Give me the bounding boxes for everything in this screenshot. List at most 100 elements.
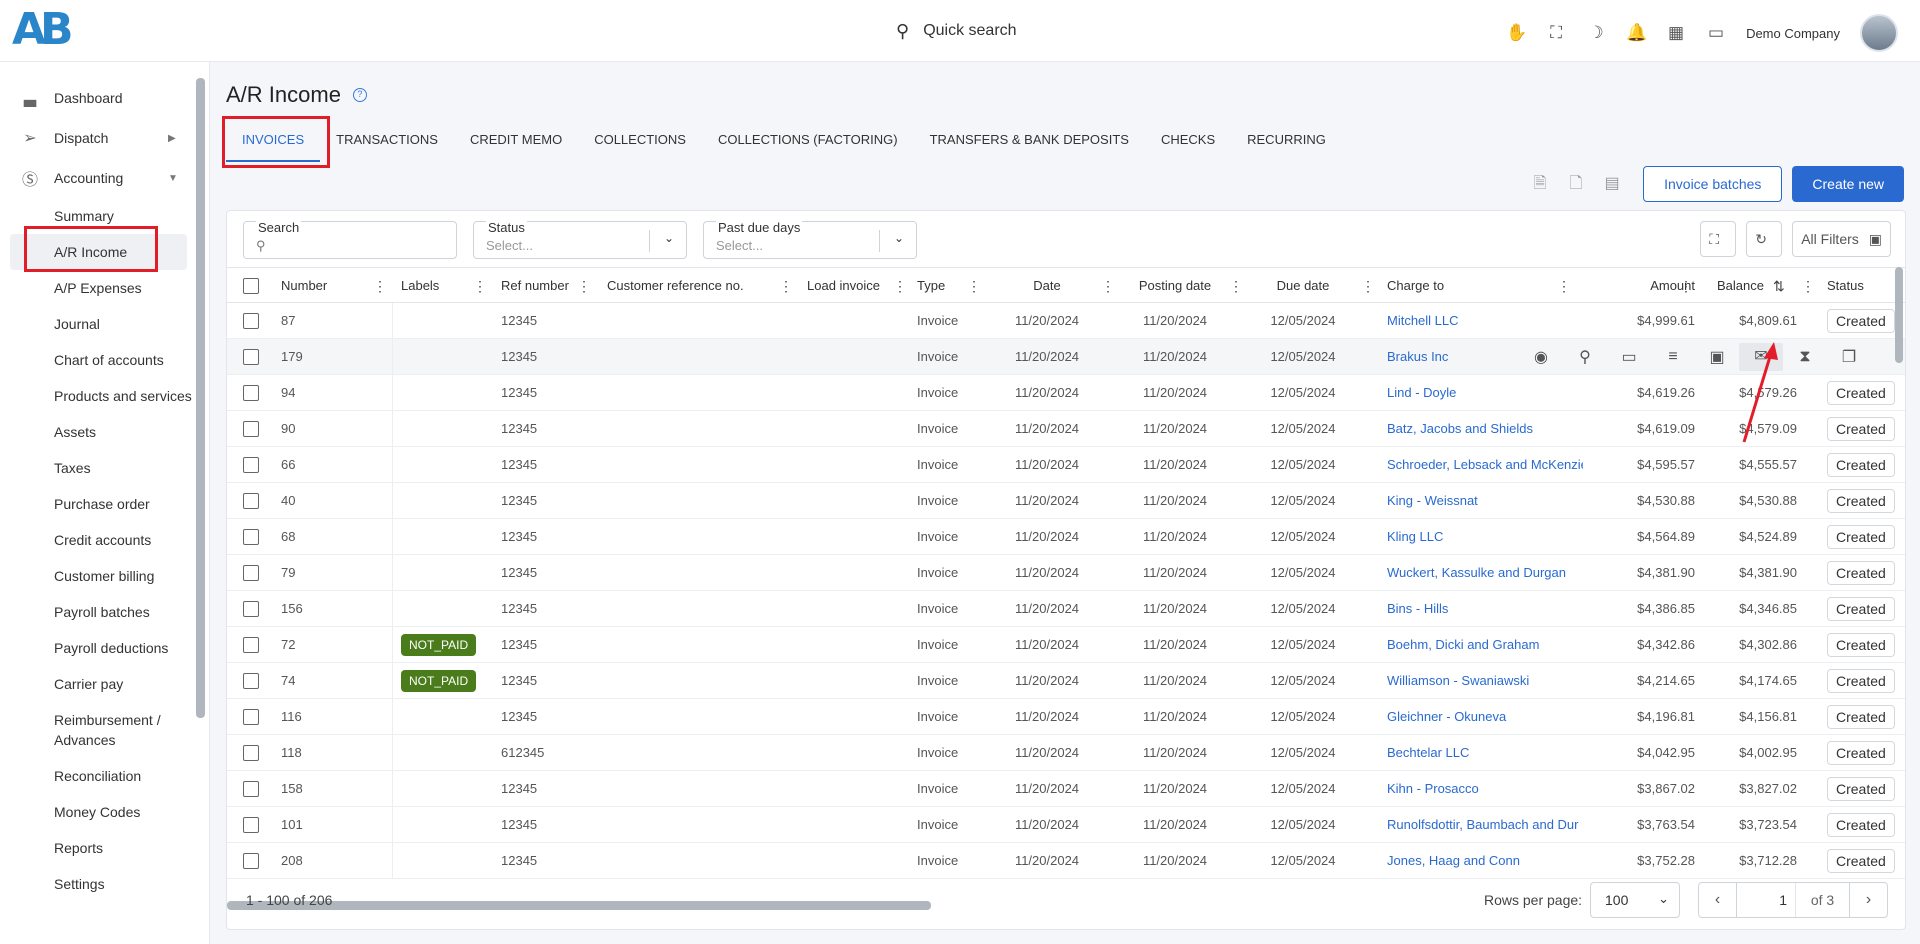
sidebar-sub-reports[interactable]: Reports (0, 830, 209, 866)
sidebar-sub-payroll-batches[interactable]: Payroll batches (0, 594, 209, 630)
table-row[interactable]: 101 12345 Invoice 11/20/2024 11/20/2024 12/05… (227, 807, 1905, 843)
cell-charge-link[interactable]: Wuckert, Kassulke and Durgan (1387, 555, 1583, 591)
all-filters-button[interactable]: All Filters ▣ (1792, 221, 1891, 257)
search-icon[interactable]: ⚲ (1563, 347, 1607, 367)
cell-charge-link[interactable]: Gleichner - Okuneva (1387, 699, 1583, 735)
card-icon[interactable]: ▭ (1607, 347, 1651, 367)
cell-charge-link[interactable]: Kling LLC (1387, 519, 1583, 555)
cell-charge-link[interactable]: Batz, Jacobs and Shields (1387, 411, 1583, 447)
row-checkbox[interactable] (243, 601, 259, 617)
row-checkbox[interactable] (243, 385, 259, 401)
row-checkbox[interactable] (243, 349, 259, 365)
col-labels[interactable]: Labels (401, 268, 439, 304)
sidebar-sub-chart-of-accounts[interactable]: Chart of accounts (0, 342, 209, 378)
sidebar-sub-customer-billing[interactable]: Customer billing (0, 558, 209, 594)
col-charge[interactable]: Charge to (1387, 268, 1444, 304)
vertical-scrollbar[interactable] (1895, 267, 1903, 363)
table-row[interactable]: 118 612345 Invoice 11/20/2024 11/20/2024 12/0… (227, 735, 1905, 771)
kebab-icon[interactable]: ⋮ (373, 268, 387, 304)
kebab-icon[interactable]: ⋮ (1229, 268, 1243, 304)
avatar[interactable] (1860, 14, 1898, 52)
table-row[interactable]: 66 12345 Invoice 11/20/2024 11/20/2024 12/05/… (227, 447, 1905, 483)
cell-charge-link[interactable]: Boehm, Dicki and Graham (1387, 627, 1583, 663)
table-row[interactable]: 156 12345 Invoice 11/20/2024 11/20/2024 12/05… (227, 591, 1905, 627)
status-select[interactable]: Status Select... ⌄ (473, 220, 687, 259)
table-row[interactable]: 40 12345 Invoice 11/20/2024 11/20/2024 12/05/… (227, 483, 1905, 519)
moon-icon[interactable]: ☽ (1586, 23, 1606, 43)
eye-icon[interactable]: ◉ (1519, 347, 1563, 367)
sidebar-sub-money-codes[interactable]: Money Codes (0, 794, 209, 830)
row-checkbox[interactable] (243, 565, 259, 581)
kebab-icon[interactable]: ⋮ (1361, 268, 1375, 304)
col-posting[interactable]: Posting date (1125, 268, 1225, 304)
sidebar-sub-reimbursement[interactable]: Reimbursement / Advances (0, 702, 209, 758)
sliders-icon[interactable]: ≡ (1651, 348, 1695, 366)
company-name[interactable]: Demo Company (1746, 26, 1840, 41)
cell-charge-link[interactable]: Bechtelar LLC (1387, 735, 1583, 771)
past-due-select[interactable]: Past due days Select... ⌄ (703, 220, 917, 259)
cell-charge-link[interactable]: Bins - Hills (1387, 591, 1583, 627)
cell-charge-link[interactable]: Runolfsdottir, Baumbach and Dur (1387, 807, 1583, 843)
table-row[interactable]: 74 NOT_PAID 12345 Invoice 11/20/2024 11/20/20… (227, 663, 1905, 699)
cell-charge-link[interactable]: King - Weissnat (1387, 483, 1583, 519)
sidebar-item-dispatch[interactable]: ➢ Dispatch ▶ (0, 118, 209, 158)
table-row[interactable]: 79 12345 Invoice 11/20/2024 11/20/2024 12/05/… (227, 555, 1905, 591)
sidebar-sub-products[interactable]: Products and services (0, 378, 209, 414)
table-row[interactable]: 90 12345 Invoice 11/20/2024 11/20/2024 12/05/… (227, 411, 1905, 447)
search-input[interactable]: Search ⚲ (243, 220, 457, 259)
page-input[interactable]: 1 (1737, 883, 1795, 917)
table-row[interactable]: 68 12345 Invoice 11/20/2024 11/20/2024 12/05/… (227, 519, 1905, 555)
create-new-button[interactable]: Create new (1792, 166, 1904, 202)
row-checkbox[interactable] (243, 745, 259, 761)
sort-icon[interactable]: ⇅ (1773, 268, 1785, 304)
sidebar-sub-settings[interactable]: Settings (0, 866, 209, 902)
col-custref[interactable]: Customer reference no. (607, 268, 744, 304)
sidebar-item-accounting[interactable]: Ⓢ Accounting ▼ (0, 158, 209, 198)
apps-grid-icon[interactable]: ▦ (1666, 23, 1686, 43)
col-type[interactable]: Type (917, 268, 945, 304)
expand-icon[interactable]: ⛶ (1700, 221, 1737, 257)
row-checkbox[interactable] (243, 493, 259, 509)
row-checkbox[interactable] (243, 529, 259, 545)
row-checkbox[interactable] (243, 709, 259, 725)
payment-icon[interactable]: ▣ (1695, 347, 1739, 367)
help-icon[interactable]: ? (352, 88, 367, 102)
tab-transactions[interactable]: TRANSACTIONS (320, 118, 454, 162)
sidebar-sub-payroll-deductions[interactable]: Payroll deductions (0, 630, 209, 666)
sidebar-sub-carrier-pay[interactable]: Carrier pay (0, 666, 209, 702)
kebab-icon[interactable]: ⋮ (1801, 268, 1815, 304)
sidebar-item-dashboard[interactable]: ▃ Dashboard (0, 78, 209, 118)
row-checkbox[interactable] (243, 637, 259, 653)
sidebar-sub-reconciliation[interactable]: Reconciliation (0, 758, 209, 794)
select-all-checkbox[interactable] (243, 278, 259, 294)
app-logo[interactable]: AB (12, 8, 82, 52)
col-load[interactable]: Load invoice (807, 268, 880, 304)
row-checkbox[interactable] (243, 313, 259, 329)
sidebar-sub-journal[interactable]: Journal (0, 306, 209, 342)
next-page-icon[interactable]: › (1849, 883, 1887, 917)
col-due[interactable]: Due date (1253, 268, 1353, 304)
table-row[interactable]: 116 12345 Invoice 11/20/2024 11/20/2024 12/05… (227, 699, 1905, 735)
fullscreen-icon[interactable]: ⛶ (1546, 23, 1566, 43)
kebab-icon[interactable]: ⋮ (577, 268, 591, 304)
table-row[interactable]: 72 NOT_PAID 12345 Invoice 11/20/2024 11/20/20… (227, 627, 1905, 663)
table-row[interactable]: 87 12345 Invoice 11/20/2024 11/20/2024 12/05/… (227, 303, 1905, 339)
kebab-icon[interactable]: ⋮ (967, 268, 981, 304)
kebab-icon[interactable]: ⋮ (779, 268, 793, 304)
row-checkbox[interactable] (243, 421, 259, 437)
row-checkbox[interactable] (243, 673, 259, 689)
tab-collections[interactable]: COLLECTIONS (578, 118, 702, 162)
col-balance[interactable]: Balance (1717, 268, 1764, 304)
col-status[interactable]: Status (1827, 268, 1864, 304)
cell-charge-link[interactable]: Mitchell LLC (1387, 303, 1583, 339)
cell-charge-link[interactable]: Schroeder, Lebsack and McKenzie (1387, 447, 1583, 483)
table-row[interactable]: 158 12345 Invoice 11/20/2024 11/20/2024 12/05… (227, 771, 1905, 807)
prev-page-icon[interactable]: ‹ (1699, 883, 1737, 917)
sidebar-sub-taxes[interactable]: Taxes (0, 450, 209, 486)
tab-transfers[interactable]: TRANSFERS & BANK DEPOSITS (914, 118, 1145, 162)
row-checkbox[interactable] (243, 457, 259, 473)
tab-collections-factoring[interactable]: COLLECTIONS (FACTORING) (702, 118, 914, 162)
table-export-icon[interactable]: ▤ (1599, 171, 1625, 197)
cell-charge-link[interactable]: Williamson - Swaniawski (1387, 663, 1583, 699)
add-file-icon[interactable]: 🗋 (1563, 171, 1589, 197)
